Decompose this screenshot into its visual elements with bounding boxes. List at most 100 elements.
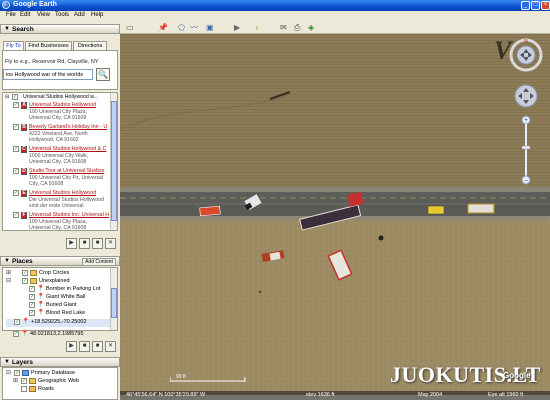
result-name-link[interactable]: Studio Tour at Universal Studios [29, 168, 104, 174]
status-bar: 46°45'56.64" N 100°35'29.89" W elev 1636… [120, 391, 550, 400]
play-tour-button[interactable]: ▶ [66, 341, 77, 352]
stop-tour-button[interactable]: ■ [92, 341, 103, 352]
places-scrollbar[interactable] [110, 268, 117, 330]
close-button[interactable]: × [541, 1, 550, 10]
results-scrollbar[interactable] [110, 93, 117, 230]
pause-tour-button[interactable]: ■ [79, 341, 90, 352]
google-earth-icon [2, 1, 10, 9]
minimize-button[interactable]: _ [521, 1, 530, 10]
add-content-button[interactable]: Add Content [82, 258, 116, 266]
result-marker-icon: C [21, 146, 27, 153]
pushpin-icon: 📍 [37, 302, 45, 308]
tree-collapse-icon[interactable]: ⊟ [5, 94, 9, 100]
result-name-link[interactable]: Universal Studios Hollywood [29, 190, 96, 196]
menu-edit[interactable]: Edit [20, 12, 30, 18]
result-checkbox[interactable]: ✓ [13, 190, 19, 196]
tab-find-businesses[interactable]: Find Businesses [25, 41, 72, 50]
result-marker-icon: F [21, 212, 27, 219]
layers-panel-header[interactable]: ▼ Layers [0, 357, 120, 367]
path-icon[interactable]: 〰 [190, 23, 198, 32]
menu-help[interactable]: Help [91, 12, 103, 18]
menu-file[interactable]: File [6, 12, 16, 18]
layer-checkbox[interactable]: ✓ [21, 378, 27, 384]
results-scroll-thumb[interactable] [111, 101, 117, 221]
tour-icon[interactable]: ▶ [234, 23, 240, 32]
menu-add[interactable]: Add [74, 12, 85, 18]
result-checkbox[interactable]: ✓ [13, 146, 19, 152]
fly-to-hint: Fly to e.g., Reservoir Rd, Clayville, NY [5, 59, 99, 65]
place-checkbox[interactable]: ✓ [29, 294, 35, 300]
layer-checkbox[interactable]: ✓ [14, 370, 20, 376]
places-tree: ⊞ ✓ Crop Circles ⊟ ✓ Unexplained ✓ 📍 Bom… [2, 267, 118, 331]
search-result-item[interactable]: ✓ F Universal Studios Inc: Universal H 100 … [11, 212, 115, 230]
navigation-controls[interactable]: N + – [506, 38, 546, 203]
menu-view[interactable]: View [37, 12, 50, 18]
places-scroll-thumb[interactable] [111, 288, 117, 318]
menu-tools[interactable]: Tools [55, 12, 69, 18]
result-name-link[interactable]: Beverly Garland's Holiday Inn - U [29, 124, 107, 130]
database-icon [22, 370, 29, 376]
search-panel-header[interactable]: ▼ Search [0, 24, 120, 34]
status-coordinates: 46°45'56.64" N 100°35'29.89" W [126, 392, 206, 398]
place-label: Crop Circles [39, 270, 70, 276]
road-icon [29, 386, 36, 392]
play-tour-button[interactable]: ▶ [66, 238, 77, 249]
layer-checkbox[interactable] [21, 386, 27, 392]
tree-collapse-icon[interactable]: ⊟ [6, 278, 11, 284]
tree-expand-icon[interactable]: ⊞ [6, 270, 11, 276]
collapse-arrow-icon: ▼ [4, 258, 10, 264]
results-root-label: Universal Studios Hollywood w... [23, 94, 98, 100]
overlay-icon[interactable]: ▣ [206, 23, 214, 32]
result-checkbox[interactable]: ✓ [13, 168, 19, 174]
tree-expand-icon[interactable]: ⊞ [13, 378, 18, 384]
place-label: Blood Red Lake [46, 310, 86, 316]
satellite-imagery [120, 34, 550, 395]
place-checkbox[interactable]: ✓ [29, 302, 35, 308]
layer-label: Primary Database [31, 370, 76, 376]
result-marker-icon: B [21, 124, 27, 131]
email-icon[interactable]: ✉ [280, 23, 287, 32]
place-checkbox[interactable]: ✓ [22, 278, 28, 284]
place-checkbox[interactable]: ✓ [29, 286, 35, 292]
place-checkbox[interactable]: ✓ [22, 270, 28, 276]
window-title: Google Earth [13, 1, 57, 8]
maps-icon[interactable]: ◈ [308, 23, 314, 32]
placemark-icon[interactable]: 📌 [158, 23, 168, 32]
result-name-link[interactable]: Universal Studios Hollywood [29, 102, 96, 108]
result-checkbox[interactable]: ✓ [13, 212, 19, 218]
tab-directions[interactable]: Directions [73, 41, 107, 50]
layer-label: Roads [38, 386, 54, 392]
layers-panel-title: Layers [12, 359, 33, 366]
result-checkbox[interactable]: ✓ [13, 102, 19, 108]
place-item[interactable]: ✓ 📍 +18.529225,-70.25002 [6, 319, 110, 327]
sky-icon[interactable]: ♄ [254, 23, 260, 32]
result-address: 100 Universal City Plaza, Universal City,… [29, 109, 87, 121]
layers-tree: ⊟ ✓ Primary Database ⊞ ✓ Geographic Web … [2, 367, 118, 400]
close-places-button[interactable]: ✕ [105, 341, 116, 352]
search-panel-title: Search [12, 26, 34, 33]
place-checkbox[interactable]: ✓ [14, 319, 20, 325]
root-checkbox[interactable]: ✓ [12, 94, 18, 100]
print-icon[interactable]: ⎙ [294, 23, 300, 32]
clear-results-button[interactable]: ■ [92, 238, 103, 249]
result-name-link[interactable]: Universal Studios Hollywood & C [29, 146, 106, 152]
result-checkbox[interactable]: ✓ [13, 124, 19, 130]
close-results-button[interactable]: ✕ [105, 238, 116, 249]
polygon-icon[interactable]: ⬠ [178, 23, 185, 32]
toolbar: ▭ 📌 ⬠ 〰 ▣ ▶ ♄ ✉ ⎙ ◈ [120, 21, 550, 34]
pause-tour-button[interactable]: ■ [79, 238, 90, 249]
place-checkbox[interactable]: ✓ [29, 310, 35, 316]
sidebar-icon[interactable]: ▭ [126, 23, 134, 32]
zoom-slider-thumb [521, 145, 531, 150]
place-item[interactable]: ✓ 📍 48.021813,2.1985795 [5, 331, 113, 339]
map-view[interactable]: V N + – [120, 34, 550, 395]
search-button[interactable]: 🔍 [96, 68, 110, 81]
tab-fly-to[interactable]: Fly To [3, 41, 24, 50]
tree-collapse-icon[interactable]: ⊟ [6, 370, 11, 376]
place-label: Buried Giant [46, 302, 77, 308]
folder-icon [30, 270, 37, 276]
maximize-button[interactable]: □ [531, 1, 540, 10]
fly-to-input[interactable] [3, 69, 93, 80]
result-name-link[interactable]: Universal Studios Inc: Universal H [29, 212, 109, 218]
place-checkbox[interactable]: ✓ [13, 331, 19, 337]
